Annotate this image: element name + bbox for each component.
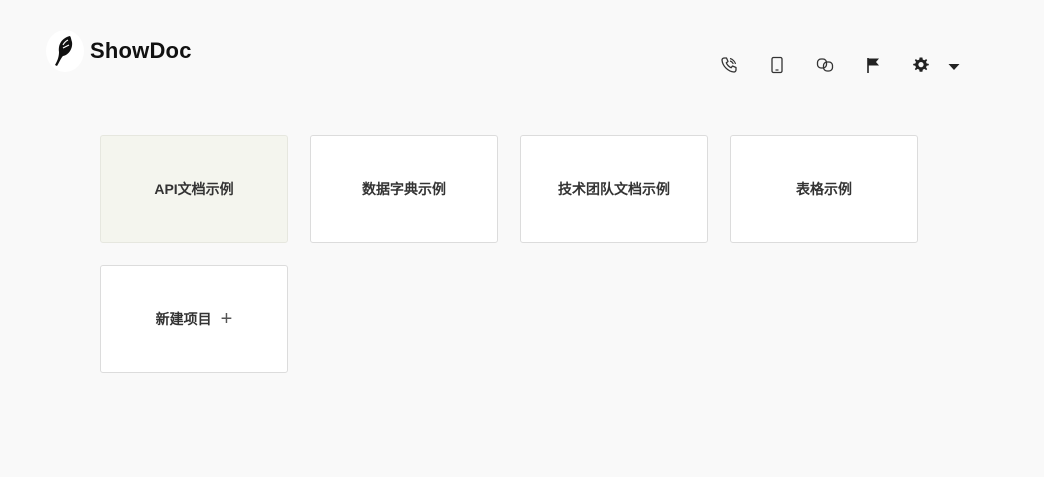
project-card[interactable]: 表格示例 <box>730 135 918 243</box>
flag-icon <box>864 56 882 79</box>
project-title: 表格示例 <box>796 181 852 197</box>
new-project-card[interactable]: 新建项目 + <box>100 265 288 373</box>
new-project-label: 新建项目 <box>155 311 212 327</box>
app-name: ShowDoc <box>90 38 192 63</box>
plus-icon: + <box>220 308 233 330</box>
mobile-button[interactable] <box>764 54 790 80</box>
project-card[interactable]: API文档示例 <box>100 135 288 243</box>
link-icon <box>816 56 834 79</box>
user-menu-dropdown[interactable] <box>946 54 962 80</box>
gear-icon <box>912 56 930 79</box>
project-title: 技术团队文档示例 <box>558 181 670 197</box>
caret-down-icon <box>948 58 960 76</box>
flag-button[interactable] <box>860 54 886 80</box>
settings-button[interactable] <box>908 54 934 80</box>
project-title: 数据字典示例 <box>362 181 446 197</box>
project-title: API文档示例 <box>154 181 234 197</box>
toolbar <box>716 54 962 80</box>
phone-icon <box>720 56 738 79</box>
mobile-icon <box>768 56 786 79</box>
feather-logo-icon <box>46 30 84 72</box>
project-card[interactable]: 数据字典示例 <box>310 135 498 243</box>
link-button[interactable] <box>812 54 838 80</box>
header: ShowDoc <box>0 0 1044 100</box>
phone-button[interactable] <box>716 54 742 80</box>
project-card[interactable]: 技术团队文档示例 <box>520 135 708 243</box>
logo[interactable]: ShowDoc <box>46 30 192 72</box>
